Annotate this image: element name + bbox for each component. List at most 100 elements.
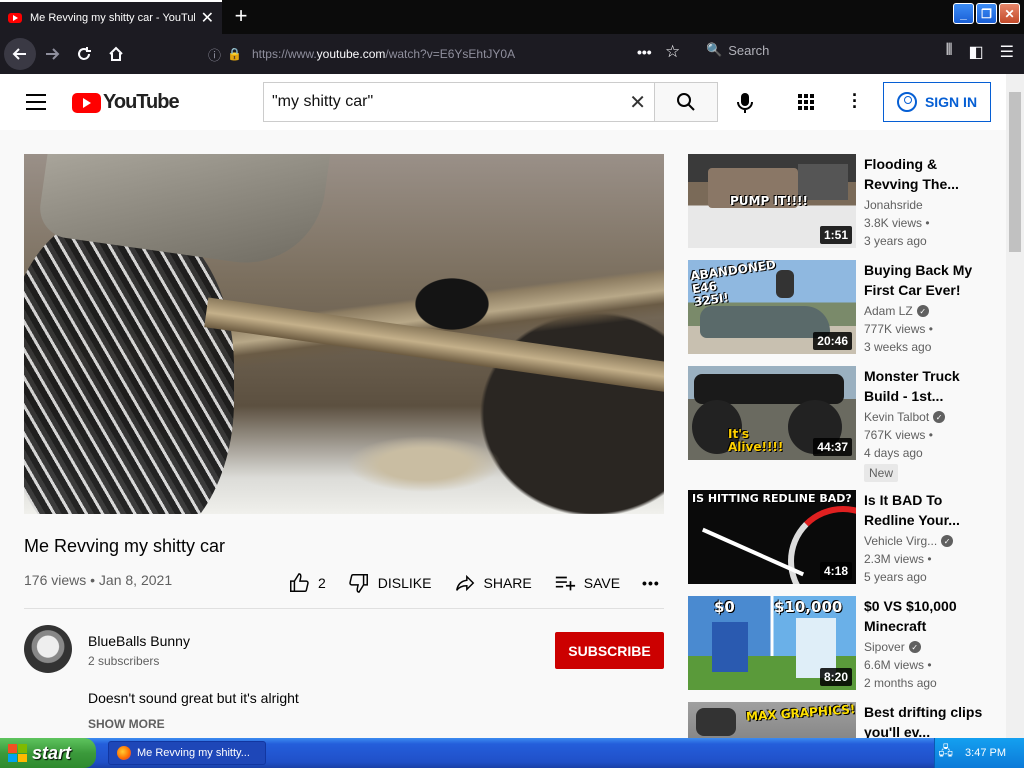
search-engine-icon: 🔍 bbox=[706, 42, 723, 57]
playlist-add-icon bbox=[555, 576, 575, 591]
recommendation-channel: Sipover ✓ bbox=[864, 640, 921, 654]
url-text: https://www.youtube.com/watch?v=E6YsEhtJ… bbox=[252, 47, 515, 61]
recommendation-channel: Vehicle Virg... ✓ bbox=[864, 534, 954, 548]
thumbnail[interactable]: MAX GRAPHICS! bbox=[688, 702, 856, 738]
lock-icon[interactable]: 🔒 bbox=[227, 47, 242, 61]
thumbnail[interactable]: PUMP IT!!!! 1:51 bbox=[688, 154, 856, 248]
duration-badge: 44:37 bbox=[813, 438, 852, 456]
browser-tab-bar: Me Revving my shitty car - YouTube ✕ + _… bbox=[0, 0, 1024, 34]
home-icon[interactable] bbox=[100, 38, 132, 70]
forward-arrow-icon[interactable] bbox=[36, 38, 68, 70]
search-icon bbox=[677, 93, 695, 111]
channel-name[interactable]: BlueBalls Bunny bbox=[88, 633, 190, 649]
youtube-logo[interactable]: YouTube bbox=[72, 91, 180, 114]
tab-close-icon[interactable]: ✕ bbox=[201, 8, 214, 28]
share-label: SHARE bbox=[483, 575, 532, 591]
channel-label: Vehicle Virg... bbox=[864, 534, 938, 548]
thumbnail-caption: PUMP IT!!!! bbox=[730, 194, 808, 208]
channel-label: Sipover bbox=[864, 640, 905, 654]
recommendation-item[interactable]: IS HITTING REDLINE BAD? 4:18 Is It BAD T… bbox=[688, 490, 988, 584]
duration-badge: 1:51 bbox=[819, 226, 852, 244]
channel-avatar[interactable] bbox=[24, 625, 72, 673]
browser-nav-bar: ⓘ 🔒 https://www.youtube.com/watch?v=E6Ys… bbox=[0, 34, 1024, 74]
apps-grid-icon[interactable] bbox=[798, 94, 814, 110]
system-tray: 🖧 3:47 PM bbox=[934, 738, 1024, 768]
tab-title: Me Revving my shitty car - YouTube bbox=[30, 12, 195, 24]
browser-toolbar-icons: ⫴ ◧ ☰ bbox=[946, 42, 1014, 62]
bookmark-star-icon[interactable]: ☆ bbox=[665, 42, 680, 62]
recommendation-item[interactable]: MAX GRAPHICS! Best drifting clips you'll… bbox=[688, 702, 988, 738]
search-button[interactable] bbox=[654, 82, 718, 122]
save-button[interactable]: SAVE bbox=[554, 572, 620, 594]
video-frame-tire bbox=[24, 214, 234, 514]
thumbnail[interactable]: It's Alive!!!! 44:37 bbox=[688, 366, 856, 460]
recommendation-title[interactable]: $0 VS $10,000 Minecraft bbox=[864, 596, 988, 636]
scrollbar-thumb[interactable] bbox=[1009, 92, 1021, 252]
sign-in-label: SIGN IN bbox=[924, 94, 978, 110]
thumbnail[interactable]: IS HITTING REDLINE BAD? 4:18 bbox=[688, 490, 856, 584]
like-count: 2 bbox=[318, 575, 326, 591]
back-arrow-icon[interactable] bbox=[4, 38, 36, 70]
sign-in-button[interactable]: SIGN IN bbox=[883, 82, 991, 122]
channel-label: Jonahsride bbox=[864, 198, 923, 212]
microphone-icon[interactable] bbox=[736, 92, 754, 114]
restore-icon[interactable]: ❐ bbox=[976, 3, 997, 24]
app-menu-icon[interactable]: ☰ bbox=[1000, 42, 1014, 62]
show-more-button[interactable]: SHOW MORE bbox=[88, 717, 165, 731]
youtube-favicon-icon bbox=[8, 13, 22, 23]
recommendation-views: 3.8K views • bbox=[864, 216, 930, 230]
recommendation-title[interactable]: Best drifting clips you'll ev... bbox=[864, 702, 988, 738]
window-controls: _ ❐ ✕ bbox=[953, 3, 1020, 24]
reload-icon[interactable] bbox=[68, 38, 100, 70]
recommendation-title[interactable]: Flooding & Revving The... bbox=[864, 154, 988, 194]
recommendation-item[interactable]: ABANDONED E46 325I! 20:46 Buying Back My… bbox=[688, 260, 988, 354]
page-scrollbar[interactable] bbox=[1006, 74, 1024, 738]
recommendation-title[interactable]: Buying Back My First Car Ever! bbox=[864, 260, 988, 300]
browser-search-box[interactable]: 🔍 Search bbox=[706, 42, 769, 58]
browser-tab[interactable]: Me Revving my shitty car - YouTube ✕ bbox=[0, 0, 222, 34]
video-player[interactable] bbox=[24, 154, 664, 514]
url-prefix: https://www. bbox=[251, 47, 317, 61]
dislike-button[interactable]: DISLIKE bbox=[348, 572, 432, 594]
start-button[interactable]: start bbox=[0, 738, 96, 768]
settings-more-icon[interactable]: · · · bbox=[852, 86, 858, 116]
network-icon[interactable]: 🖧 bbox=[939, 742, 954, 764]
save-label: SAVE bbox=[583, 575, 621, 591]
info-icon[interactable]: ⓘ bbox=[208, 45, 221, 64]
clear-search-icon[interactable]: ✕ bbox=[629, 90, 646, 115]
video-meta: 176 views • Jan 8, 2021 bbox=[24, 572, 173, 588]
recommendation-title[interactable]: Monster Truck Build - 1st... bbox=[864, 366, 988, 406]
share-button[interactable]: SHARE bbox=[454, 572, 532, 594]
thumbnail-caption-left: $0 bbox=[714, 598, 735, 616]
recommendation-age: 5 years ago bbox=[864, 570, 927, 584]
recommendation-item[interactable]: It's Alive!!!! 44:37 Monster Truck Build… bbox=[688, 366, 988, 482]
recommendation-views: 767K views • bbox=[864, 428, 933, 442]
masthead: YouTube "my shitty car" ✕ · · · SIGN IN bbox=[0, 74, 1006, 130]
subscribe-button[interactable]: SUBSCRIBE bbox=[555, 632, 664, 669]
url-bar[interactable]: ⓘ 🔒 https://www.youtube.com/watch?v=E6Ys… bbox=[200, 38, 700, 70]
window-close-icon[interactable]: ✕ bbox=[999, 3, 1020, 24]
new-tab-icon[interactable]: + bbox=[230, 4, 252, 28]
recommendation-title[interactable]: Is It BAD To Redline Your... bbox=[864, 490, 988, 530]
recommendation-item[interactable]: PUMP IT!!!! 1:51 Flooding & Revving The.… bbox=[688, 154, 988, 248]
verified-icon: ✓ bbox=[933, 411, 946, 423]
sidebar-icon[interactable]: ◧ bbox=[969, 42, 984, 62]
windows-flag-icon bbox=[8, 744, 27, 762]
clock: 3:47 PM bbox=[965, 747, 1006, 759]
thumbnail[interactable]: $0 $10,000 8:20 bbox=[688, 596, 856, 690]
youtube-page: YouTube "my shitty car" ✕ · · · SIGN IN Me… bbox=[0, 74, 1006, 738]
like-button[interactable]: 2 bbox=[288, 572, 326, 594]
more-actions-icon[interactable]: ••• bbox=[642, 575, 660, 591]
library-icon[interactable]: ⫴ bbox=[946, 42, 953, 62]
verified-icon: ✓ bbox=[916, 305, 929, 317]
search-input[interactable]: "my shitty car" ✕ bbox=[263, 82, 655, 122]
youtube-play-icon bbox=[72, 92, 101, 113]
recommendation-item[interactable]: $0 $10,000 8:20 $0 VS $10,000 Minecraft … bbox=[688, 596, 988, 690]
thumbnail[interactable]: ABANDONED E46 325I! 20:46 bbox=[688, 260, 856, 354]
minimize-icon[interactable]: _ bbox=[953, 3, 974, 24]
recommendation-channel: Jonahsride bbox=[864, 198, 923, 212]
page-actions-more-dots-icon[interactable]: ••• bbox=[637, 44, 652, 60]
taskbar-window-button[interactable]: Me Revving my shitty... bbox=[108, 741, 266, 765]
guide-menu-icon[interactable] bbox=[26, 94, 46, 115]
recommendation-views: 6.6M views • bbox=[864, 658, 932, 672]
